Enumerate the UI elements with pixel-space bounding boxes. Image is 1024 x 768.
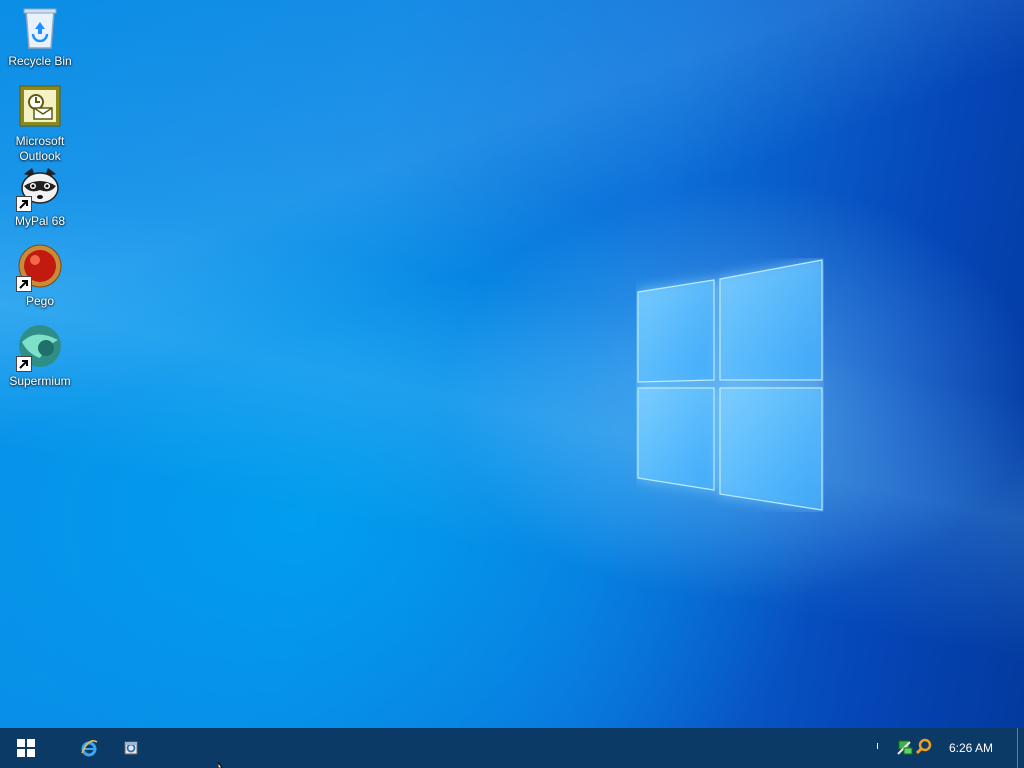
- desktop-icon-recycle-bin[interactable]: Recycle Bin: [2, 4, 78, 69]
- taskbar: ı 6:26 AM: [0, 728, 1024, 768]
- taskbar-clock[interactable]: 6:26 AM: [938, 728, 1004, 768]
- desktop-icon-label: MyPal 68: [14, 214, 66, 228]
- desktop-background[interactable]: Recycle Bin Microsoft Outlook MyPal 68 P…: [0, 0, 1024, 728]
- shortcut-arrow-icon: [16, 356, 32, 372]
- generic-app-icon: [124, 741, 138, 755]
- recycle-bin-icon: [23, 8, 57, 49]
- tray-network-icon[interactable]: [896, 738, 914, 756]
- desktop-icon-label: Pego: [25, 294, 55, 308]
- windows-logo-wallpaper: [637, 259, 823, 511]
- desktop-icon-label: Microsoft Outlook: [15, 134, 65, 163]
- network-icon: [897, 740, 913, 755]
- tray-search-icon[interactable]: [915, 738, 933, 756]
- outlook-icon: [19, 85, 61, 127]
- search-magnifier-icon: [915, 738, 932, 755]
- shortcut-arrow-icon: [16, 276, 32, 292]
- taskbar-pinned-app[interactable]: [110, 728, 152, 768]
- light-beam: [0, 0, 1024, 728]
- desktop-icon-microsoft-outlook[interactable]: Microsoft Outlook: [2, 84, 78, 164]
- windows-start-icon: [17, 739, 35, 757]
- shortcut-arrow-icon: [16, 196, 32, 212]
- start-button[interactable]: [0, 728, 52, 768]
- tray-overflow-icon[interactable]: ı: [876, 740, 888, 756]
- desktop-icon-label: Supermium: [9, 374, 71, 388]
- light-beam: [0, 0, 1024, 728]
- internet-explorer-icon: [81, 740, 98, 757]
- desktop-icon-supermium[interactable]: Supermium: [2, 324, 78, 389]
- desktop-icon-label: Recycle Bin: [8, 54, 72, 68]
- taskbar-pinned-internet-explorer[interactable]: [68, 728, 110, 768]
- desktop-icon-pego[interactable]: Pego: [2, 244, 78, 309]
- show-desktop-button[interactable]: [1017, 728, 1024, 768]
- desktop-icon-mypal-68[interactable]: MyPal 68: [2, 164, 78, 229]
- mouse-cursor-icon: [218, 762, 223, 768]
